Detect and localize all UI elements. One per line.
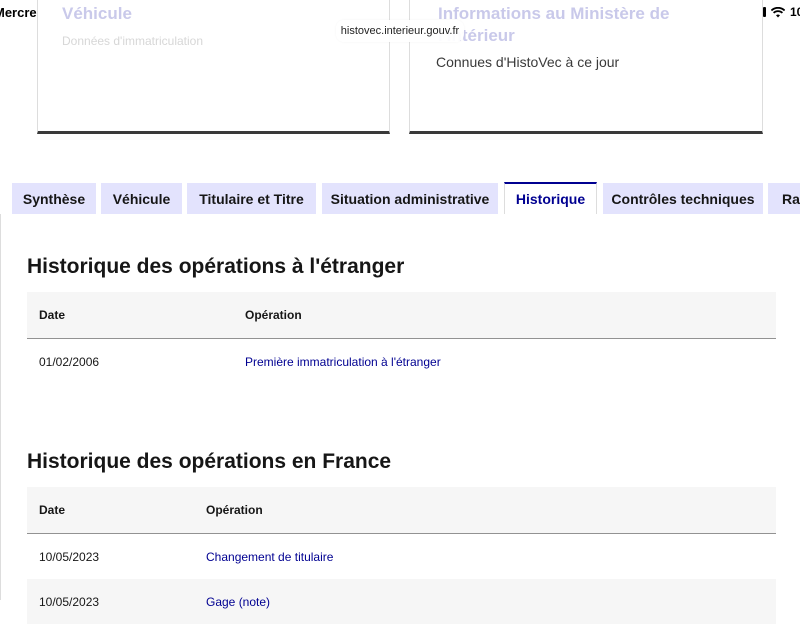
- card-subtitle: Données d'immatriculation: [62, 34, 204, 48]
- card-description: Connues d'HistoVec à ce jour: [436, 54, 620, 70]
- tab-historique[interactable]: Historique: [504, 182, 597, 216]
- tab-situation-administrative[interactable]: Situation administrative: [322, 183, 498, 215]
- header-date: Date: [39, 308, 66, 322]
- table-row: 10/05/2023 Changement de titulaire: [27, 534, 776, 579]
- table-header: Date Opération: [27, 487, 776, 534]
- historique-panel: Historique des opérations à l'étranger D…: [0, 214, 800, 624]
- table-row: 10/05/2023 Gage (note): [27, 579, 776, 624]
- vehicle-card: Véhicule Données d'immatriculation: [37, 0, 390, 134]
- tab-titulaire-et-titre[interactable]: Titulaire et Titre: [187, 183, 316, 215]
- row-date: 10/05/2023: [39, 595, 100, 609]
- table-header: Date Opération: [27, 292, 776, 339]
- tab-vehicule[interactable]: Véhicule: [101, 183, 182, 215]
- row-date: 10/05/2023: [39, 550, 100, 564]
- tab-controles-techniques[interactable]: Contrôles techniques: [603, 183, 763, 215]
- tab-synthese[interactable]: Synthèse: [12, 183, 96, 215]
- header-operation: Opération: [245, 308, 302, 322]
- ministry-info-card: Informations au Ministère de l'Intérieur…: [409, 0, 763, 134]
- battery-level: 100: [789, 5, 800, 19]
- row-operation: Première immatriculation à l'étranger: [245, 355, 441, 369]
- card-title: Informations au Ministère de: [438, 4, 670, 23]
- tab-rapport[interactable]: Rapport: [768, 183, 800, 215]
- header-operation: Opération: [206, 503, 263, 517]
- header-date: Date: [39, 503, 66, 517]
- tab-bar: Synthèse Véhicule Titulaire et Titre Sit…: [0, 182, 800, 216]
- foreign-history-title: Historique des opérations à l'étranger: [27, 255, 405, 278]
- wifi-icon: [770, 6, 785, 17]
- france-history-table: Date Opération 10/05/2023 Changement de …: [27, 487, 776, 624]
- row-date: 01/02/2006: [39, 355, 100, 369]
- address-bar[interactable]: histovec.interieur.gouv.fr: [336, 20, 464, 42]
- card-title: Véhicule: [62, 4, 132, 23]
- row-operation: Gage (note): [206, 595, 271, 609]
- france-history-title: Historique des opérations en France: [27, 450, 392, 473]
- foreign-history-table: Date Opération 01/02/2006 Première immat…: [27, 292, 776, 384]
- row-operation: Changement de titulaire: [206, 550, 334, 564]
- table-row: 01/02/2006 Première immatriculation à l'…: [27, 339, 776, 384]
